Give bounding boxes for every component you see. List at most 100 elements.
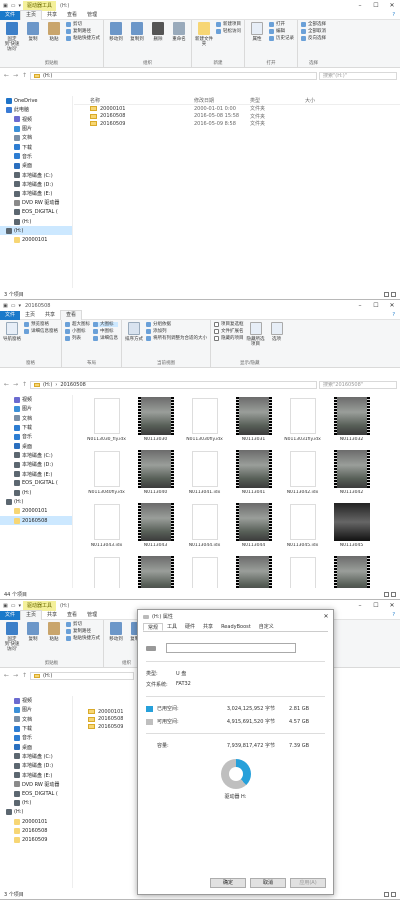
tiles-view-icon[interactable] (391, 891, 396, 897)
nav-item[interactable]: 音乐 (0, 733, 72, 742)
paste-button[interactable]: 粘贴 (45, 22, 63, 42)
copy-to-button[interactable]: 复制到 (128, 22, 146, 42)
chevron-down-icon[interactable]: ▾ (18, 303, 21, 309)
list-button[interactable]: 列表 (65, 336, 90, 341)
file-row[interactable]: 20000101 2000-01-01 0:00 文件夹 (74, 105, 400, 113)
nav-item[interactable]: 本地磁盘 (D:) (0, 460, 72, 469)
copy-button[interactable]: 复制 (24, 622, 42, 642)
up-icon[interactable]: ↑ (21, 672, 28, 679)
large-icons-button[interactable]: 大图标 (93, 322, 118, 327)
file-tile[interactable]: N0113044 (229, 503, 278, 548)
nav-item[interactable]: 文档 (0, 133, 72, 142)
column-size[interactable]: 大小 (305, 97, 345, 104)
address-bar[interactable]: (H:) › 20160508 (30, 380, 317, 389)
nav-item[interactable]: DVD RW 驱动器 (0, 198, 72, 207)
help-icon[interactable]: ? (387, 611, 400, 620)
file-tile[interactable]: N0113045 (327, 503, 376, 548)
easy-access-button[interactable]: 轻松访问 (216, 29, 241, 34)
context-tab-drive-tools[interactable]: 驱动器工具 (22, 600, 56, 611)
file-tile[interactable] (131, 556, 180, 588)
tab-tools[interactable]: 工具 (163, 623, 181, 631)
file-tile[interactable] (82, 556, 131, 588)
nav-item[interactable]: 本地磁盘 (C:) (0, 170, 72, 179)
nav-item[interactable]: 桌面 (0, 161, 72, 170)
nav-item[interactable]: 本地磁盘 (D:) (0, 761, 72, 770)
tab-file[interactable]: 文件 (0, 10, 21, 20)
nav-item[interactable]: EOS_DIGITAL ( (0, 208, 72, 217)
maximize-icon[interactable]: ☐ (368, 600, 384, 611)
help-icon[interactable]: ? (387, 11, 400, 20)
search-input[interactable]: 搜索"20160508" (319, 380, 397, 389)
file-tile[interactable]: N0113043.idx (82, 503, 131, 548)
file-tile[interactable] (278, 556, 327, 588)
file-tile[interactable]: N0113043 (131, 503, 180, 548)
pin-button[interactable]: 固定到'快速访问' (3, 22, 21, 52)
size-columns-button[interactable]: 将所有列调整为合适的大小 (146, 336, 207, 341)
close-icon[interactable]: ✕ (319, 613, 333, 620)
tab-view[interactable]: 查看 (62, 611, 82, 620)
back-icon[interactable]: ← (3, 672, 10, 679)
address-bar[interactable]: (H:) (30, 71, 317, 80)
help-icon[interactable]: ? (387, 311, 400, 320)
tab-home[interactable]: 主页 (20, 311, 40, 320)
close-icon[interactable]: ✕ (384, 600, 400, 611)
column-name[interactable]: 名称 (74, 97, 194, 104)
invert-selection-button[interactable]: 反向选择 (301, 36, 326, 41)
file-row[interactable]: 20160509 (74, 723, 136, 731)
nav-item[interactable]: EOS_DIGITAL ( (0, 479, 72, 488)
nav-item[interactable]: 视频 (0, 115, 72, 124)
history-button[interactable]: 历史记录 (269, 36, 294, 41)
sort-by-button[interactable]: 排序方式 (125, 322, 143, 342)
details-pane-button[interactable]: 详细信息窗格 (24, 329, 58, 334)
details-button[interactable]: 详细信息 (93, 336, 118, 341)
nav-item[interactable]: 下载 (0, 142, 72, 151)
group-by-button[interactable]: 分组依据 (146, 322, 207, 327)
nav-item[interactable]: 文档 (0, 414, 72, 423)
tiles-view-icon[interactable] (391, 291, 396, 297)
close-icon[interactable]: ✕ (384, 300, 400, 311)
file-tile[interactable] (327, 556, 376, 588)
folder-icon[interactable]: ▭ (11, 603, 16, 609)
move-to-button[interactable]: 移动到 (107, 622, 125, 642)
file-tile[interactable]: N0113031fly.idx (278, 397, 327, 442)
file-tile[interactable]: N0113040fly.idx (82, 450, 131, 495)
cut-button[interactable]: 剪切 (66, 22, 100, 27)
search-input[interactable]: 搜索"(H:)" (319, 71, 397, 80)
maximize-icon[interactable]: ☐ (368, 300, 384, 311)
volume-label-input[interactable] (166, 643, 296, 653)
save-icon[interactable]: ▣ (3, 303, 8, 309)
folder-icon[interactable]: ▭ (11, 303, 16, 309)
minimize-icon[interactable]: – (352, 300, 368, 311)
nav-item[interactable]: (H:) (0, 808, 72, 817)
nav-item[interactable]: 桌面 (0, 441, 72, 450)
minimize-icon[interactable]: – (352, 600, 368, 611)
medium-icons-button[interactable]: 中图标 (93, 329, 118, 334)
nav-item[interactable]: 视频 (0, 696, 72, 705)
nav-item[interactable]: 本地磁盘 (E:) (0, 770, 72, 779)
nav-item[interactable]: 本地磁盘 (D:) (0, 180, 72, 189)
nav-item[interactable]: 本地磁盘 (C:) (0, 451, 72, 460)
file-tile[interactable]: N0113045.idx (278, 503, 327, 548)
file-tile[interactable] (180, 556, 229, 588)
file-extensions-toggle[interactable]: 文件扩展名 (214, 329, 244, 334)
hidden-items-toggle[interactable]: 隐藏的项目 (214, 336, 244, 341)
file-tile[interactable]: N0113032 (327, 397, 376, 442)
properties-button[interactable]: 属性 (248, 22, 266, 42)
forward-icon[interactable]: → (12, 381, 19, 388)
ok-button[interactable]: 确定 (210, 878, 246, 888)
breadcrumb-item[interactable]: 20160508 (60, 382, 85, 388)
nav-item[interactable]: 图片 (0, 705, 72, 714)
file-tile[interactable] (229, 556, 278, 588)
nav-item[interactable]: 20160508 (0, 826, 72, 835)
breadcrumb-item[interactable]: (H:) (43, 673, 52, 679)
file-tile[interactable]: N0113030_fly.idx (82, 397, 131, 442)
tab-file[interactable]: 文件 (0, 310, 21, 320)
tab-hardware[interactable]: 硬件 (181, 623, 199, 631)
nav-item[interactable]: 图片 (0, 124, 72, 133)
chevron-down-icon[interactable]: ▾ (18, 603, 21, 609)
file-tile[interactable]: N0113042.idx (278, 450, 327, 495)
edit-button[interactable]: 编辑 (269, 29, 294, 34)
new-folder-button[interactable]: 新建文件夹 (195, 22, 213, 47)
tab-home[interactable]: 主页 (20, 610, 43, 620)
up-icon[interactable]: ↑ (21, 381, 28, 388)
